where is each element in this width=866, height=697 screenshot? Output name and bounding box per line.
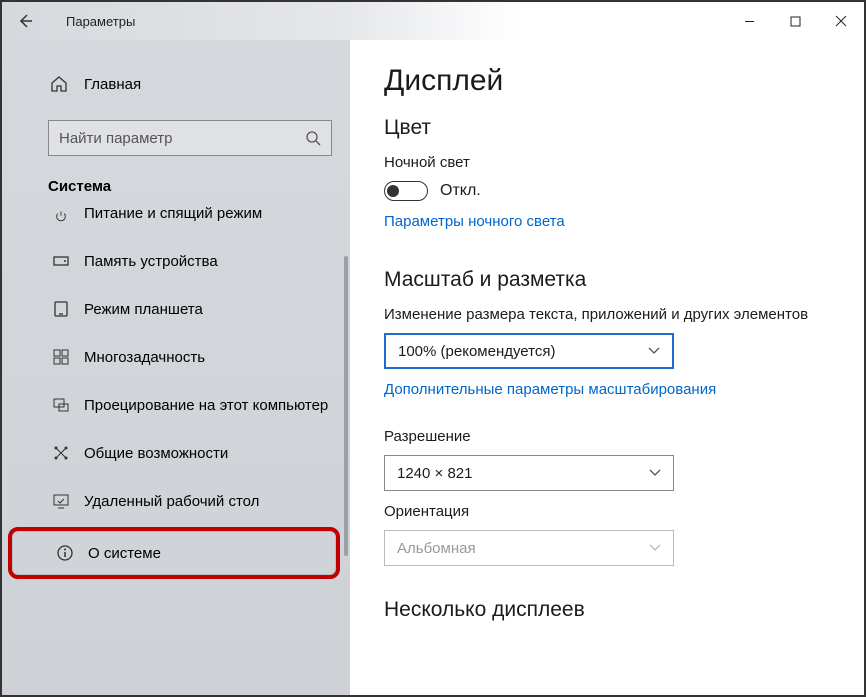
multitask-icon (50, 348, 72, 366)
settings-window: Параметры Главная Найти параметр Система (0, 0, 866, 697)
resolution-label: Разрешение (384, 428, 840, 445)
night-light-link[interactable]: Параметры ночного света (384, 213, 565, 230)
sidebar-item-label: Многозадачность (84, 349, 205, 366)
sidebar-item-remote[interactable]: Удаленный рабочий стол (2, 477, 350, 525)
sidebar-item-label: Проецирование на этот компьютер (84, 397, 328, 414)
sidebar-item-project[interactable]: Проецирование на этот компьютер (2, 381, 350, 429)
night-light-label: Ночной свет (384, 154, 840, 171)
shared-icon (50, 444, 72, 462)
info-icon (54, 544, 76, 562)
search-input[interactable]: Найти параметр (48, 120, 332, 156)
remote-icon (50, 492, 72, 510)
sidebar-item-shared[interactable]: Общие возможности (2, 429, 350, 477)
chevron-down-icon (648, 347, 660, 355)
color-heading: Цвет (384, 116, 840, 140)
orientation-label: Ориентация (384, 503, 840, 520)
sidebar-item-label: Режим планшета (84, 301, 203, 318)
chevron-down-icon (649, 469, 661, 477)
minimize-button[interactable] (726, 2, 772, 40)
titlebar: Параметры (2, 2, 864, 40)
toggle-state: Откл. (440, 182, 481, 200)
sidebar-item-multitask[interactable]: Многозадачность (2, 333, 350, 381)
sidebar-item-label: Общие возможности (84, 445, 228, 462)
sidebar-item-tablet[interactable]: Режим планшета (2, 285, 350, 333)
chevron-down-icon (649, 544, 661, 552)
tablet-icon (50, 300, 72, 318)
storage-icon (50, 252, 72, 270)
resolution-value: 1240 × 821 (397, 465, 473, 482)
home-icon (50, 75, 68, 93)
sidebar-item-label: Удаленный рабочий стол (84, 493, 259, 510)
search-placeholder: Найти параметр (59, 130, 173, 147)
back-button[interactable] (16, 12, 56, 30)
scale-select[interactable]: 100% (рекомендуется) (384, 333, 674, 369)
power-icon (50, 204, 72, 223)
resolution-select[interactable]: 1240 × 821 (384, 455, 674, 491)
scale-advanced-link[interactable]: Дополнительные параметры масштабирования (384, 381, 716, 398)
sidebar-item-label: О системе (88, 545, 161, 562)
project-icon (50, 396, 72, 414)
scale-heading: Масштаб и разметка (384, 268, 840, 292)
sidebar: Главная Найти параметр Система Питание и… (2, 40, 350, 695)
multi-display-heading: Несколько дисплеев (384, 598, 840, 622)
sidebar-item-label: Питание и спящий режим (84, 205, 262, 222)
main-content: Дисплей Цвет Ночной свет Откл. Параметры… (350, 40, 864, 695)
toggle-track (384, 181, 428, 201)
page-title: Дисплей (384, 64, 840, 98)
window-controls (726, 2, 864, 40)
sidebar-item-about[interactable]: О системе (8, 527, 340, 579)
search-icon (305, 130, 321, 146)
scale-label: Изменение размера текста, приложений и д… (384, 306, 840, 323)
orientation-select: Альбомная (384, 530, 674, 566)
night-light-toggle[interactable]: Откл. (384, 181, 481, 201)
sidebar-item-power[interactable]: Питание и спящий режим (2, 189, 350, 237)
sidebar-home-label: Главная (84, 76, 141, 93)
sidebar-item-label: Память устройства (84, 253, 218, 270)
sidebar-item-storage[interactable]: Память устройства (2, 237, 350, 285)
body: Главная Найти параметр Система Питание и… (2, 40, 864, 695)
sidebar-scrollbar[interactable] (344, 256, 348, 556)
scale-value: 100% (рекомендуется) (398, 343, 555, 360)
window-title: Параметры (66, 14, 135, 29)
close-button[interactable] (818, 2, 864, 40)
orientation-value: Альбомная (397, 540, 476, 557)
maximize-button[interactable] (772, 2, 818, 40)
sidebar-home[interactable]: Главная (2, 64, 350, 104)
toggle-knob (387, 185, 399, 197)
